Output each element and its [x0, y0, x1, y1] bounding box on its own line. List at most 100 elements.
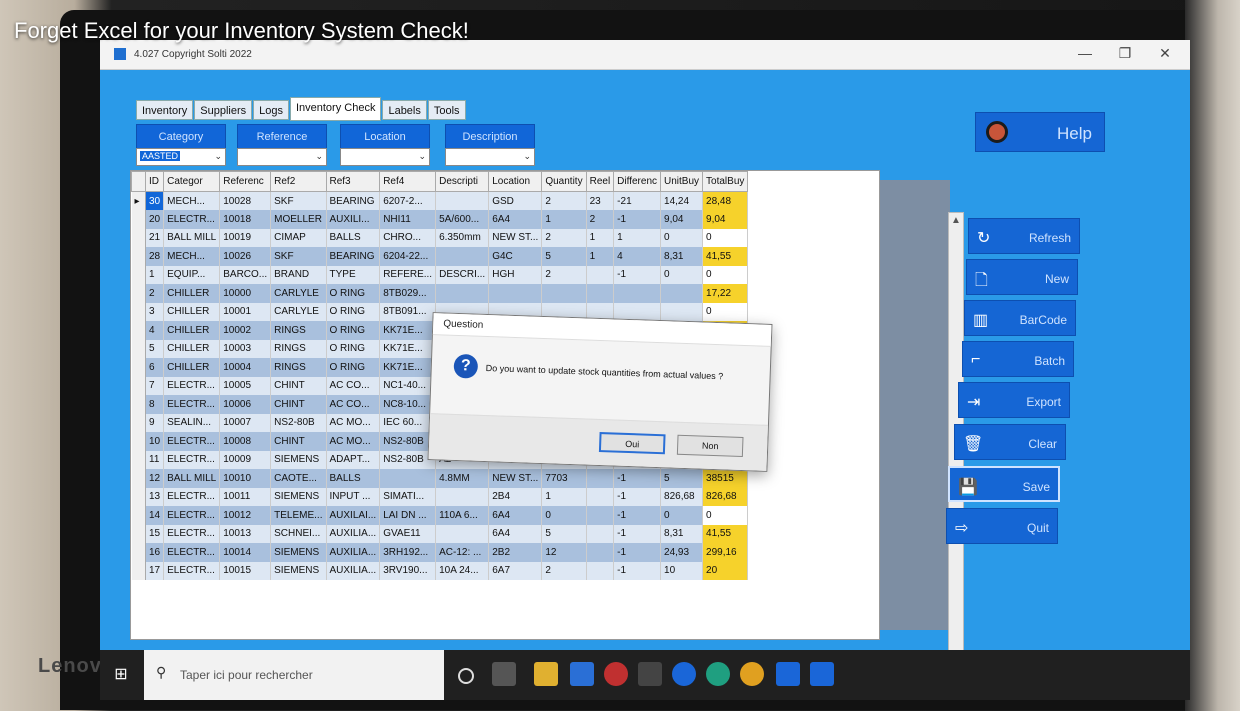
table-cell[interactable]: GVAE11: [379, 524, 437, 543]
table-cell[interactable]: SKF: [270, 191, 327, 210]
row-header[interactable]: [131, 247, 146, 266]
table-cell[interactable]: ELECTR...: [163, 506, 221, 525]
table-cell[interactable]: SKF: [270, 247, 327, 266]
table-cell[interactable]: [586, 543, 615, 562]
table-cell[interactable]: ADAPT...: [326, 450, 381, 469]
column-header[interactable]: Categor: [163, 171, 221, 192]
table-cell[interactable]: [586, 469, 615, 488]
table-cell[interactable]: G4C: [488, 247, 543, 266]
table-cell[interactable]: 2: [541, 191, 587, 210]
table-cell[interactable]: [586, 506, 615, 525]
table-row[interactable]: 14 ELECTR... 10012 TELEME... AUXILAI... LAI D…: [131, 506, 749, 525]
row-header[interactable]: [131, 210, 146, 229]
table-cell[interactable]: CARLYLE: [270, 284, 327, 303]
table-cell[interactable]: SIEMENS: [270, 487, 327, 506]
table-cell[interactable]: -1: [613, 265, 662, 284]
table-cell[interactable]: 7: [145, 376, 165, 395]
table-cell[interactable]: 8TB029...: [379, 284, 437, 303]
table-cell[interactable]: 10018: [219, 210, 272, 229]
table-cell[interactable]: BALL MILL: [163, 228, 221, 247]
table-cell[interactable]: 6A4: [488, 506, 543, 525]
row-header[interactable]: ▸: [131, 191, 146, 210]
table-row[interactable]: 15 ELECTR... 10013 SCHNEI... AUXILIA... GVAE1…: [131, 524, 749, 543]
table-cell[interactable]: 9,04: [702, 210, 749, 229]
row-header[interactable]: [131, 469, 146, 488]
table-cell[interactable]: TYPE: [326, 265, 381, 284]
table-cell[interactable]: BALL MILL: [163, 469, 221, 488]
table-cell[interactable]: -1: [613, 210, 662, 229]
table-cell[interactable]: CHINT: [270, 432, 327, 451]
table-cell[interactable]: 4.8MM: [435, 469, 490, 488]
table-cell[interactable]: TELEME...: [270, 506, 327, 525]
table-row[interactable]: 20 ELECTR... 10018 MOELLER AUXILI... NHI11 5A/…: [131, 210, 749, 229]
table-cell[interactable]: BALLS: [326, 228, 381, 247]
column-header[interactable]: Ref3: [325, 171, 381, 192]
table-cell[interactable]: CIMAP: [270, 228, 327, 247]
table-cell[interactable]: 10A 24...: [435, 561, 490, 580]
table-cell[interactable]: 3RV190...: [379, 561, 437, 580]
table-cell[interactable]: 12: [145, 469, 165, 488]
table-cell[interactable]: 10002: [219, 321, 272, 340]
table-cell[interactable]: AUXILAI...: [326, 506, 381, 525]
table-cell[interactable]: NC8-10...: [379, 395, 437, 414]
row-header[interactable]: [131, 228, 146, 247]
table-cell[interactable]: 10004: [219, 358, 272, 377]
quit-button[interactable]: ⇨ Quit: [946, 508, 1058, 544]
clear-button[interactable]: 🗑 Clear: [954, 424, 1066, 460]
table-cell[interactable]: AC CO...: [326, 395, 381, 414]
table-cell[interactable]: ELECTR...: [163, 210, 221, 229]
table-cell[interactable]: 10010: [219, 469, 272, 488]
table-cell[interactable]: 28,48: [702, 191, 749, 210]
table-cell[interactable]: ELECTR...: [163, 524, 221, 543]
table-cell[interactable]: 17,22: [702, 284, 749, 303]
table-cell[interactable]: 10008: [219, 432, 272, 451]
app-blue-icon[interactable]: [776, 662, 800, 686]
table-cell[interactable]: 6204-22...: [379, 247, 437, 266]
new-button[interactable]: 🗋 New: [966, 259, 1078, 295]
table-cell[interactable]: 23: [586, 191, 615, 210]
table-cell[interactable]: CHINT: [270, 376, 327, 395]
table-cell[interactable]: [660, 302, 704, 321]
mail-icon[interactable]: [570, 662, 594, 686]
table-cell[interactable]: 1: [613, 228, 662, 247]
table-cell[interactable]: [660, 284, 704, 303]
table-cell[interactable]: [586, 524, 615, 543]
table-cell[interactable]: SEALIN...: [163, 413, 221, 432]
table-cell[interactable]: 6: [145, 358, 165, 377]
table-cell[interactable]: 12: [541, 543, 587, 562]
table-cell[interactable]: O RING: [326, 284, 381, 303]
table-cell[interactable]: [435, 524, 490, 543]
table-cell[interactable]: AUXILIA...: [326, 543, 381, 562]
table-cell[interactable]: 2B4: [488, 487, 543, 506]
table-cell[interactable]: 8: [145, 395, 165, 414]
table-cell[interactable]: 10005: [219, 376, 272, 395]
table-cell[interactable]: SIEMENS: [270, 561, 327, 580]
table-cell[interactable]: 1: [586, 228, 615, 247]
table-cell[interactable]: 10: [660, 561, 704, 580]
export-button[interactable]: ⇥ Export: [958, 382, 1070, 418]
table-cell[interactable]: ELECTR...: [163, 543, 221, 562]
column-header[interactable]: Differenc: [613, 171, 662, 192]
save-button[interactable]: 💾 Save: [948, 466, 1060, 502]
table-cell[interactable]: 41,55: [702, 247, 749, 266]
column-header[interactable]: Location: [488, 171, 543, 192]
table-cell[interactable]: [586, 561, 615, 580]
table-cell[interactable]: 10009: [219, 450, 272, 469]
row-header[interactable]: [131, 358, 146, 377]
table-cell[interactable]: 10007: [219, 413, 272, 432]
table-cell[interactable]: 10012: [219, 506, 272, 525]
table-cell[interactable]: INPUT ...: [326, 487, 381, 506]
column-header[interactable]: Ref4: [379, 171, 437, 192]
table-cell[interactable]: RINGS: [270, 321, 327, 340]
table-cell[interactable]: 10003: [219, 339, 272, 358]
table-cell[interactable]: 5: [660, 469, 704, 488]
calculator-icon[interactable]: [638, 662, 662, 686]
table-cell[interactable]: AC MO...: [326, 432, 381, 451]
table-cell[interactable]: 826,68: [660, 487, 704, 506]
table-cell[interactable]: RINGS: [270, 358, 327, 377]
table-cell[interactable]: SIEMENS: [270, 543, 327, 562]
table-cell[interactable]: 826,68: [702, 487, 749, 506]
table-cell[interactable]: BARCO...: [219, 265, 272, 284]
table-cell[interactable]: CAOTE...: [270, 469, 327, 488]
table-cell[interactable]: AC CO...: [326, 376, 381, 395]
